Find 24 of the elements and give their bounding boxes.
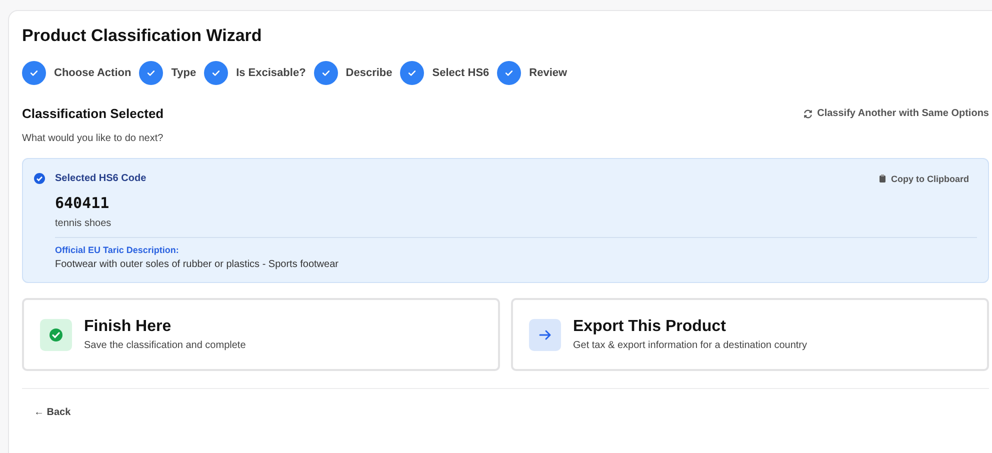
- panel-title: Selected HS6 Code: [55, 173, 146, 184]
- clipboard-icon: [879, 174, 887, 183]
- section-heading: Classification Selected: [22, 106, 164, 121]
- hs-code: 640411: [55, 194, 110, 212]
- section-subtitle: What would you like to do next?: [22, 133, 164, 144]
- back-button[interactable]: ← Back: [34, 407, 71, 418]
- classify-another-button[interactable]: Classify Another with Same Options: [803, 108, 989, 119]
- arrow-right-icon: [529, 318, 561, 350]
- option-card[interactable]: Export This Product Get tax & export information for a destination country: [511, 298, 989, 371]
- check-circle-icon: [34, 173, 45, 184]
- refresh-icon: [803, 108, 814, 118]
- step-label: Type: [171, 67, 196, 79]
- taric-label: Official EU Taric Description:: [55, 245, 180, 255]
- step-label: Describe: [346, 67, 392, 79]
- copy-button[interactable]: Copy to Clipboard: [879, 174, 977, 184]
- step-label: Select HS6: [432, 67, 490, 79]
- product-name: tennis shoes: [55, 218, 112, 229]
- step-label: Choose Action: [54, 67, 132, 79]
- check-icon: [40, 318, 72, 350]
- step-label: Is Excisable?: [236, 67, 306, 79]
- step-label: Review: [529, 67, 568, 79]
- option-card[interactable]: Finish Here Save the classification and complete: [22, 298, 500, 371]
- page-title: Product Classification Wizard: [22, 25, 263, 47]
- taric-description: Footwear with outer soles of rubber or plastics - Sports footwear: [55, 259, 340, 270]
